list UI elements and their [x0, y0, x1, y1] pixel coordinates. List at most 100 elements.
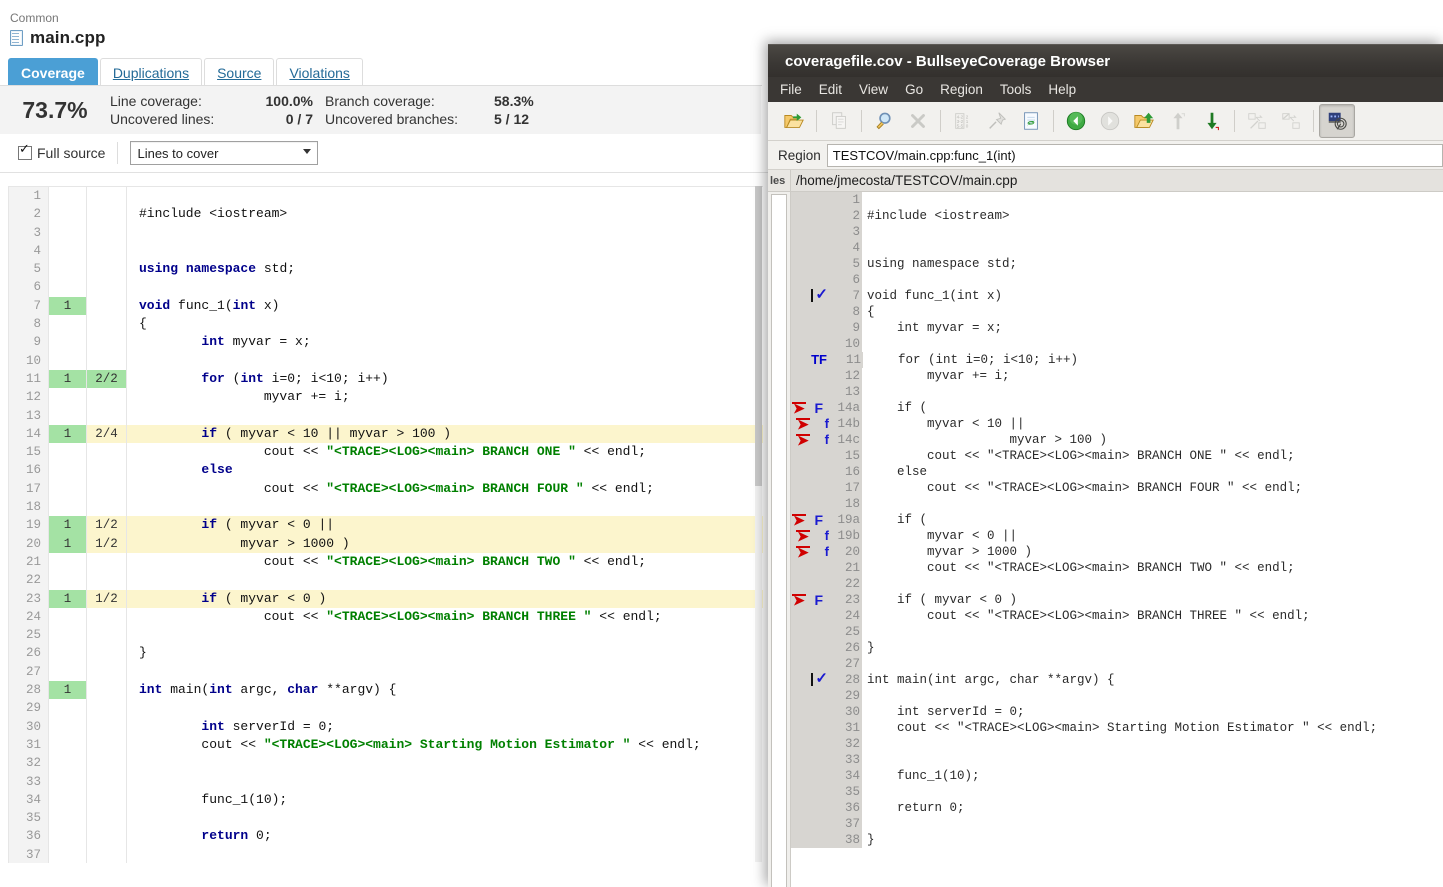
bullseye-line-row[interactable]: ➤f14b myvar < 10 ||: [791, 416, 1443, 432]
bullseye-line-row[interactable]: TF11 for (int i=0; i<10; i++): [791, 352, 1443, 368]
bullseye-line-row[interactable]: 18: [791, 496, 1443, 512]
scrollbar-thumb[interactable]: [755, 186, 762, 486]
chevron-down-icon[interactable]: [303, 149, 311, 154]
source-line-row[interactable]: 4: [9, 242, 763, 260]
source-line-row[interactable]: 18: [9, 498, 763, 516]
menu-item-edit[interactable]: Edit: [819, 82, 842, 97]
bullseye-source-code[interactable]: 1 2#include <iostream>3 4 5using namespa…: [791, 192, 1443, 887]
checkbox-checked-icon[interactable]: [18, 146, 32, 160]
tab-source[interactable]: Source: [204, 58, 274, 87]
tab-coverage[interactable]: Coverage: [8, 58, 98, 87]
menu-item-file[interactable]: File: [780, 82, 802, 97]
source-line-row[interactable]: 5using namespace std;: [9, 260, 763, 278]
menu-item-view[interactable]: View: [859, 82, 888, 97]
menu-item-go[interactable]: Go: [905, 82, 923, 97]
tab-duplications[interactable]: Duplications: [100, 58, 202, 87]
source-line-row[interactable]: 2#include <iostream>: [9, 205, 763, 223]
bullseye-line-row[interactable]: 6: [791, 272, 1443, 288]
bullseye-line-row[interactable]: 21 cout << "<TRACE><LOG><main> BRANCH TW…: [791, 560, 1443, 576]
full-source-checkbox[interactable]: Full source: [18, 145, 105, 161]
bullseye-line-row[interactable]: 25: [791, 624, 1443, 640]
source-pane[interactable]: /home/jmecosta/TESTCOV/main.cpp 1 2#incl…: [791, 170, 1443, 887]
highlight-coverage-icon[interactable]: [1319, 104, 1355, 138]
bullseye-line-row[interactable]: 30 int serverId = 0;: [791, 704, 1443, 720]
bullseye-line-row[interactable]: 17 cout << "<TRACE><LOG><main> BRANCH FO…: [791, 480, 1443, 496]
source-line-row[interactable]: 16 else: [9, 461, 763, 479]
bullseye-line-row[interactable]: 1: [791, 192, 1443, 208]
source-line-row[interactable]: 17 cout << "<TRACE><LOG><main> BRANCH FO…: [9, 480, 763, 498]
menu-item-tools[interactable]: Tools: [1000, 82, 1032, 97]
source-line-row[interactable]: 33: [9, 773, 763, 791]
source-line-row[interactable]: 35: [9, 809, 763, 827]
source-line-row[interactable]: 26}: [9, 644, 763, 662]
source-line-row[interactable]: 22: [9, 571, 763, 589]
bullseye-line-row[interactable]: 16 else: [791, 464, 1443, 480]
bullseye-line-row[interactable]: 27: [791, 656, 1443, 672]
bullseye-line-row[interactable]: 37: [791, 816, 1443, 832]
bullseye-line-row[interactable]: 38}: [791, 832, 1443, 848]
tree-list[interactable]: [771, 194, 787, 887]
source-line-row[interactable]: 71void func_1(int x): [9, 297, 763, 315]
source-line-row[interactable]: 32: [9, 754, 763, 772]
bullseye-line-row[interactable]: 35: [791, 784, 1443, 800]
source-line-row[interactable]: 2011/2 myvar > 1000 ): [9, 535, 763, 553]
source-line-row[interactable]: 1: [9, 187, 763, 205]
source-line-row[interactable]: 27: [9, 663, 763, 681]
bullseye-line-row[interactable]: 4: [791, 240, 1443, 256]
source-vertical-scrollbar[interactable]: [755, 186, 762, 862]
bullseye-line-row[interactable]: ✓28int main(int argc, char **argv) {: [791, 672, 1443, 688]
source-line-row[interactable]: 12 myvar += i;: [9, 388, 763, 406]
source-line-row[interactable]: 8{: [9, 315, 763, 333]
bullseye-line-row[interactable]: 29: [791, 688, 1443, 704]
bullseye-coverage-browser-window[interactable]: coveragefile.cov - BullseyeCoverage Brow…: [768, 44, 1443, 887]
source-code-viewer[interactable]: 1 2#include <iostream>3 4 5using namespa…: [8, 186, 763, 863]
bullseye-line-row[interactable]: 13: [791, 384, 1443, 400]
source-line-row[interactable]: 31 cout << "<TRACE><LOG><main> Starting …: [9, 736, 763, 754]
source-line-row[interactable]: 21 cout << "<TRACE><LOG><main> BRANCH TW…: [9, 553, 763, 571]
bullseye-line-row[interactable]: 31 cout << "<TRACE><LOG><main> Starting …: [791, 720, 1443, 736]
bullseye-line-row[interactable]: 15 cout << "<TRACE><LOG><main> BRANCH ON…: [791, 448, 1443, 464]
search-icon[interactable]: [867, 105, 901, 137]
bullseye-line-row[interactable]: 36 return 0;: [791, 800, 1443, 816]
source-line-row[interactable]: 13: [9, 407, 763, 425]
source-line-row[interactable]: 1412/4 if ( myvar < 10 || myvar > 100 ): [9, 425, 763, 443]
source-line-row[interactable]: 34 func_1(10);: [9, 791, 763, 809]
bullseye-line-row[interactable]: ✓7void func_1(int x): [791, 288, 1443, 304]
menu-item-region[interactable]: Region: [940, 82, 983, 97]
bullseye-line-row[interactable]: 2#include <iostream>: [791, 208, 1443, 224]
tree-column-header[interactable]: les: [768, 170, 790, 192]
arrow-down-icon[interactable]: [1195, 105, 1229, 137]
source-line-row[interactable]: 2311/2 if ( myvar < 0 ): [9, 590, 763, 608]
bullseye-line-row[interactable]: 12 myvar += i;: [791, 368, 1443, 384]
bullseye-line-row[interactable]: 10: [791, 336, 1443, 352]
menu-bar[interactable]: File Edit View Go Region Tools Help: [768, 77, 1443, 102]
folder-up-icon[interactable]: [1127, 105, 1161, 137]
bullseye-line-row[interactable]: ➤f14c myvar > 100 ): [791, 432, 1443, 448]
source-line-row[interactable]: 37: [9, 846, 763, 863]
region-tree-panel[interactable]: les: [768, 170, 791, 887]
bullseye-line-row[interactable]: 24 cout << "<TRACE><LOG><main> BRANCH TH…: [791, 608, 1443, 624]
source-line-row[interactable]: 10: [9, 352, 763, 370]
source-line-row[interactable]: 29: [9, 699, 763, 717]
bullseye-line-row[interactable]: ➤f19b myvar < 0 ||: [791, 528, 1443, 544]
bullseye-line-row[interactable]: ➤F14a if (: [791, 400, 1443, 416]
bullseye-line-row[interactable]: ➤F23 if ( myvar < 0 ): [791, 592, 1443, 608]
bullseye-line-row[interactable]: 26}: [791, 640, 1443, 656]
bullseye-line-row[interactable]: ➤F19a if (: [791, 512, 1443, 528]
bullseye-line-row[interactable]: 5using namespace std;: [791, 256, 1443, 272]
source-line-row[interactable]: 15 cout << "<TRACE><LOG><main> BRANCH ON…: [9, 443, 763, 461]
source-line-row[interactable]: 36 return 0;: [9, 827, 763, 845]
bullseye-line-row[interactable]: 8{: [791, 304, 1443, 320]
source-line-row[interactable]: 1911/2 if ( myvar < 0 ||: [9, 516, 763, 534]
region-input[interactable]: TESTCOV/main.cpp:func_1(int): [827, 144, 1443, 167]
bullseye-line-row[interactable]: 9 int myvar = x;: [791, 320, 1443, 336]
bullseye-line-row[interactable]: 34 func_1(10);: [791, 768, 1443, 784]
source-line-row[interactable]: 25: [9, 626, 763, 644]
source-line-row[interactable]: 30 int serverId = 0;: [9, 718, 763, 736]
window-title-bar[interactable]: coveragefile.cov - BullseyeCoverage Brow…: [768, 45, 1443, 77]
tab-violations[interactable]: Violations: [276, 58, 362, 87]
open-folder-icon[interactable]: [777, 105, 811, 137]
source-line-row[interactable]: 281int main(int argc, char **argv) {: [9, 681, 763, 699]
source-line-row[interactable]: 6: [9, 278, 763, 296]
menu-item-help[interactable]: Help: [1048, 82, 1076, 97]
